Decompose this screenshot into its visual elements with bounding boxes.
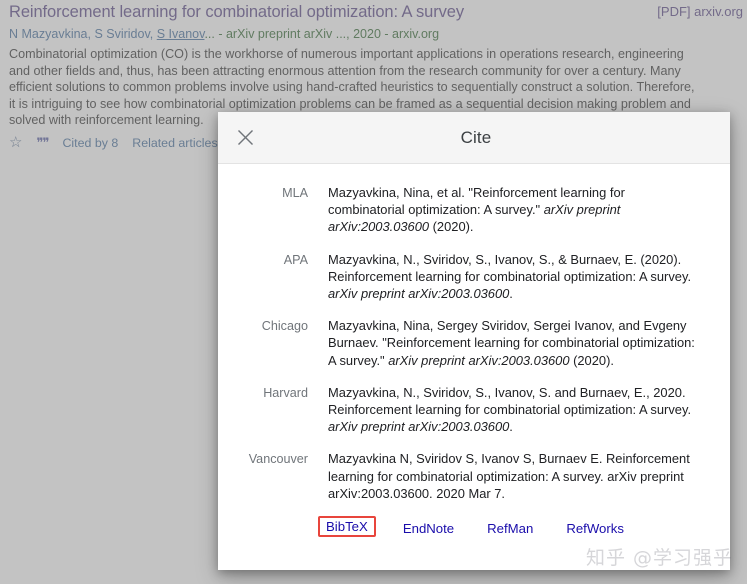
citation-style-label: Chicago <box>261 319 308 334</box>
export-link-bibtex[interactable]: BibTeX <box>318 516 376 537</box>
citation-row: Chicago Mazyavkina, Nina, Sergey Sviridov… <box>218 317 730 369</box>
citation-style-label: MLA <box>282 186 308 200</box>
citation-text[interactable]: Mazyavkina N, Sviridov S, Ivanov S, Burn… <box>328 450 700 502</box>
export-links-row: BibTeX EndNote RefMan RefWorks <box>218 514 730 570</box>
citation-list: MLA Mazyavkina, Nina, et al. "Reinforceme… <box>218 164 730 514</box>
cite-dialog-title: Cite <box>460 127 492 147</box>
citation-row: Vancouver Mazyavkina N, Sviridov S, Ivano… <box>218 450 730 502</box>
citation-style-label: Vancouver <box>248 452 308 467</box>
citation-text[interactable]: Mazyavkina, N., Sviridov, S., Ivanov, S.… <box>328 251 700 303</box>
citation-text[interactable]: Mazyavkina, N., Sviridov, S., Ivanov, S.… <box>328 384 700 436</box>
close-icon[interactable] <box>230 123 260 153</box>
citation-style-label: APA <box>283 252 308 267</box>
citation-text[interactable]: Mazyavkina, Nina, Sergey Sviridov, Serge… <box>328 317 700 369</box>
citation-row: APA Mazyavkina, N., Sviridov, S., Ivanov,… <box>218 251 730 303</box>
export-link-endnote[interactable]: EndNote <box>402 519 455 538</box>
export-link-refman[interactable]: RefMan <box>486 519 534 538</box>
citation-row: MLA Mazyavkina, Nina, et al. "Reinforceme… <box>218 184 730 236</box>
citation-style-label: Harvard <box>263 385 308 400</box>
cite-dialog-header: Cite <box>218 112 730 164</box>
cite-dialog: Cite MLA Mazyavkina, Nina, et al. "Reinfo… <box>218 112 730 570</box>
citation-text[interactable]: Mazyavkina, Nina, et al. "Reinforcement … <box>328 184 700 236</box>
export-link-refworks[interactable]: RefWorks <box>565 519 625 538</box>
citation-row: Harvard Mazyavkina, N., Sviridov, S., Iva… <box>218 384 730 436</box>
